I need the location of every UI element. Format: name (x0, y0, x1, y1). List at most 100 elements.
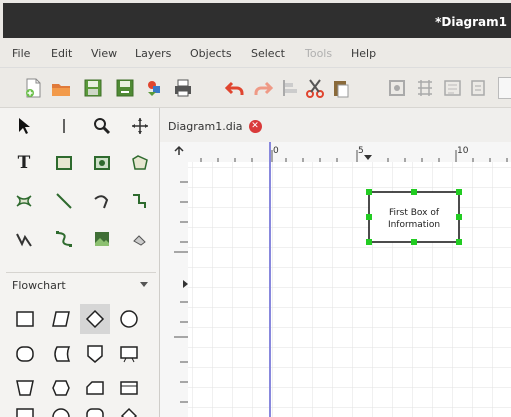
open-file-button[interactable] (50, 77, 72, 99)
handle-top-left[interactable] (366, 189, 372, 195)
menu-objects[interactable]: Objects (190, 47, 232, 60)
flowchart-stored-data-shape[interactable] (46, 339, 76, 369)
grid-button[interactable] (414, 77, 436, 99)
flowchart-predefined-process-shape[interactable] (114, 373, 144, 403)
diagram-box[interactable]: First Box of Information (366, 189, 462, 245)
export-icon (148, 81, 160, 96)
sheet-selector[interactable]: Flowchart (6, 272, 156, 296)
canvas-svg: 0 5 10 First Box of Information (160, 142, 511, 417)
box-tool[interactable] (50, 149, 78, 177)
diamond-icon (120, 407, 138, 417)
ellipse-tool[interactable] (88, 149, 116, 177)
beziergon-tool[interactable] (10, 187, 38, 215)
new-file-button[interactable] (22, 77, 44, 99)
snap-button[interactable] (442, 77, 464, 99)
menu-help[interactable]: Help (351, 47, 376, 60)
flowchart-extra-shape[interactable] (114, 405, 144, 417)
polygon-tool[interactable] (126, 149, 154, 177)
align-button[interactable] (278, 77, 300, 99)
menu-layers[interactable]: Layers (135, 47, 171, 60)
layers-button[interactable] (468, 77, 490, 99)
save-button[interactable] (82, 77, 104, 99)
circle-icon (120, 310, 138, 328)
rectangle-icon (16, 311, 34, 327)
handle-bottom-center[interactable] (411, 239, 417, 245)
snap-icon (444, 80, 461, 96)
magnifier-icon (94, 118, 111, 135)
menu-tools[interactable]: Tools (305, 47, 332, 60)
flowchart-extra-shape[interactable] (80, 405, 110, 417)
line-tool[interactable] (50, 187, 78, 215)
preparation-icon (52, 380, 70, 396)
handle-middle-right[interactable] (456, 214, 462, 220)
arc-tool[interactable] (88, 187, 116, 215)
print-button[interactable] (172, 77, 194, 99)
undo-button[interactable] (224, 77, 246, 99)
handle-bottom-right[interactable] (456, 239, 462, 245)
paste-button[interactable] (330, 77, 352, 99)
tab-diagram1[interactable]: Diagram1.dia ✕ (164, 114, 266, 138)
flowchart-data-shape[interactable] (46, 304, 76, 334)
ellipse-icon (94, 156, 110, 170)
flowchart-connector-shape[interactable] (114, 304, 144, 334)
zoom-fit-icon (389, 80, 405, 96)
display-icon (120, 346, 138, 363)
handle-top-right[interactable] (456, 189, 462, 195)
image-tool[interactable] (88, 225, 116, 253)
flowchart-card-shape[interactable] (80, 373, 110, 403)
chevron-down-icon (140, 282, 148, 287)
stored-data-icon (54, 346, 71, 362)
outline-tool[interactable] (126, 225, 154, 253)
polyline-tool[interactable] (10, 225, 38, 253)
menu-view[interactable]: View (91, 47, 117, 60)
arc-icon (94, 195, 109, 209)
new-file-icon (26, 78, 41, 98)
diagram-canvas-area[interactable]: 0 5 10 First Box of Information (160, 142, 511, 417)
zoom-combo[interactable] (498, 77, 511, 99)
scissors-icon (306, 79, 324, 98)
circle-icon (52, 408, 70, 417)
polyline-icon (16, 233, 32, 247)
diamond-icon (85, 309, 105, 329)
handle-middle-left[interactable] (366, 214, 372, 220)
flowchart-preparation-shape[interactable] (46, 373, 76, 403)
close-icon[interactable]: ✕ (248, 119, 262, 133)
text-edit-tool[interactable] (50, 112, 78, 140)
menu-file[interactable]: File (12, 47, 30, 60)
text-tool[interactable]: T (10, 149, 38, 177)
menu-edit[interactable]: Edit (51, 47, 72, 60)
handle-bottom-left[interactable] (366, 239, 372, 245)
export-button[interactable] (144, 77, 166, 99)
zigzag-tool[interactable] (126, 187, 154, 215)
flowchart-extra-shape[interactable] (46, 405, 76, 417)
ruler-label-10: 10 (457, 146, 469, 156)
menu-select[interactable]: Select (251, 47, 285, 60)
flowchart-display-shape[interactable] (114, 339, 144, 369)
flowchart-manual-operation-shape[interactable] (10, 373, 40, 403)
flowchart-decision-shape[interactable] (80, 304, 110, 334)
box-icon (56, 156, 72, 170)
flowchart-extra-shape[interactable] (10, 405, 40, 417)
zoom-fit-button[interactable] (386, 77, 408, 99)
flowchart-terminal-shape[interactable] (10, 339, 40, 369)
magnify-tool[interactable] (88, 112, 116, 140)
main-toolbar (0, 68, 511, 108)
save-as-icon (116, 79, 134, 97)
line-icon (56, 193, 72, 209)
flowchart-offpage-shape[interactable] (80, 339, 110, 369)
outline-icon (133, 235, 146, 246)
cut-button[interactable] (304, 77, 326, 99)
bezierline-tool[interactable] (50, 225, 78, 253)
redo-button[interactable] (252, 77, 274, 99)
align-icon (283, 80, 297, 96)
save-as-button[interactable] (114, 77, 136, 99)
image-icon (95, 232, 109, 246)
parallelogram-icon (52, 311, 70, 327)
handle-top-center[interactable] (411, 189, 417, 195)
clipboard-icon (334, 81, 349, 98)
scroll-tool[interactable] (126, 112, 154, 140)
rectangle-icon (16, 408, 34, 417)
window-title: *Diagram1 (435, 15, 507, 29)
flowchart-process-shape[interactable] (10, 304, 40, 334)
pointer-tool[interactable] (10, 112, 38, 140)
